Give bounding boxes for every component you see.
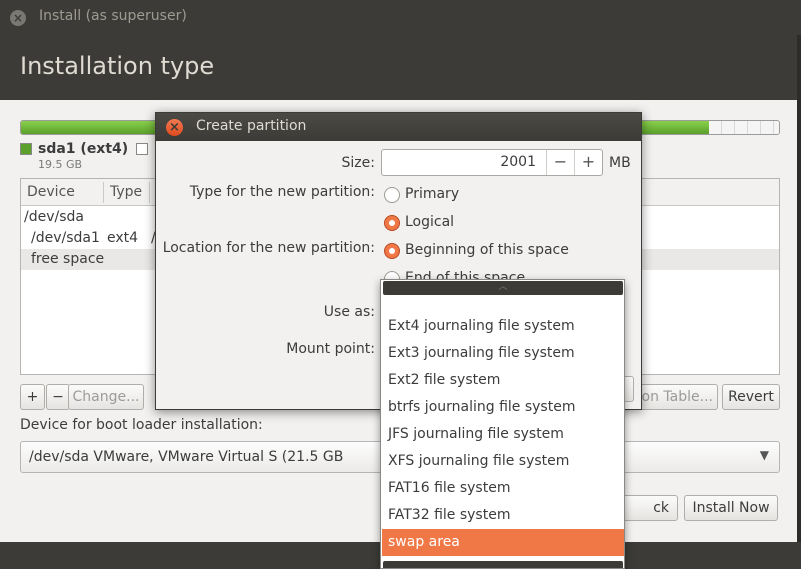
remove-partition-button[interactable]: − (46, 384, 70, 410)
window-title: Install (as superuser) (39, 8, 187, 24)
scroll-down-icon[interactable] (383, 561, 623, 568)
boot-loader-value: /dev/sda VMware, VMware Virtual S (21.5 … (29, 449, 344, 465)
add-partition-button[interactable]: + (20, 384, 45, 410)
radio-beginning-label[interactable]: Beginning of this space (405, 242, 569, 258)
row-device: /dev/sda1 (31, 230, 100, 246)
dialog-title: Create partition (196, 118, 307, 134)
page-title: Installation type (20, 52, 215, 80)
type-label: Type for the new partition: (189, 184, 375, 200)
close-icon[interactable]: × (166, 119, 183, 136)
location-label: Location for the new partition: (162, 240, 375, 256)
radio-primary-label[interactable]: Primary (405, 186, 459, 202)
option-fat32[interactable]: FAT32 file system (382, 502, 624, 529)
row-device: /dev/sda (24, 209, 84, 225)
column-device[interactable]: Device (27, 184, 75, 200)
option-ext2[interactable]: Ext2 file system (382, 367, 624, 394)
option-ext3[interactable]: Ext3 journaling file system (382, 340, 624, 367)
radio-logical[interactable] (384, 215, 400, 231)
size-stepper[interactable]: 2001 − + (381, 149, 603, 176)
size-unit: MB (609, 155, 631, 171)
radio-beginning[interactable] (384, 243, 400, 259)
window-titlebar: × Install (as superuser) (0, 0, 801, 35)
legend-swatch-sda1 (20, 143, 32, 155)
option-btrfs[interactable]: btrfs journaling file system (382, 394, 624, 421)
use-as-dropdown[interactable]: ︿ Ext4 journaling file system Ext3 journ… (380, 279, 625, 569)
page-header: Installation type (0, 35, 801, 100)
window-edge (797, 35, 801, 569)
increment-button[interactable]: + (574, 150, 602, 175)
legend-size-sda1: 19.5 GB (38, 158, 83, 171)
scroll-up-icon[interactable]: ︿ (383, 281, 623, 295)
new-partition-table-button[interactable]: ion Table... (632, 384, 718, 410)
radio-primary[interactable] (384, 187, 400, 203)
size-label: Size: (341, 155, 375, 171)
decrement-button[interactable]: − (546, 150, 574, 175)
boot-loader-label: Device for boot loader installation: (20, 417, 263, 433)
change-partition-button[interactable]: Change... (68, 384, 144, 410)
column-type[interactable]: Type (110, 184, 142, 200)
row-device: free space (31, 251, 105, 267)
option-fat16[interactable]: FAT16 file system (382, 475, 624, 502)
mount-point-label: Mount point: (286, 341, 375, 357)
option-xfs[interactable]: XFS journaling file system (382, 448, 624, 475)
legend-swatch-free (136, 143, 148, 155)
dialog-titlebar: × Create partition (156, 113, 641, 141)
install-now-button[interactable]: Install Now (684, 495, 778, 521)
row-type: ext4 (107, 230, 139, 246)
option-swap[interactable]: swap area (382, 529, 624, 556)
option-jfs[interactable]: JFS journaling file system (382, 421, 624, 448)
close-icon[interactable]: × (10, 10, 26, 26)
use-as-label: Use as: (323, 304, 375, 320)
size-input[interactable]: 2001 (500, 154, 536, 170)
revert-button[interactable]: Revert (722, 384, 780, 410)
option-ext4[interactable]: Ext4 journaling file system (382, 313, 624, 340)
legend-label-sda1: sda1 (ext4) (38, 141, 129, 157)
column-separator (149, 182, 150, 203)
dropdown-arrow-icon: ▼ (759, 448, 769, 462)
column-separator (103, 182, 104, 203)
radio-logical-label[interactable]: Logical (405, 214, 454, 230)
partition-bar-free (709, 121, 779, 134)
